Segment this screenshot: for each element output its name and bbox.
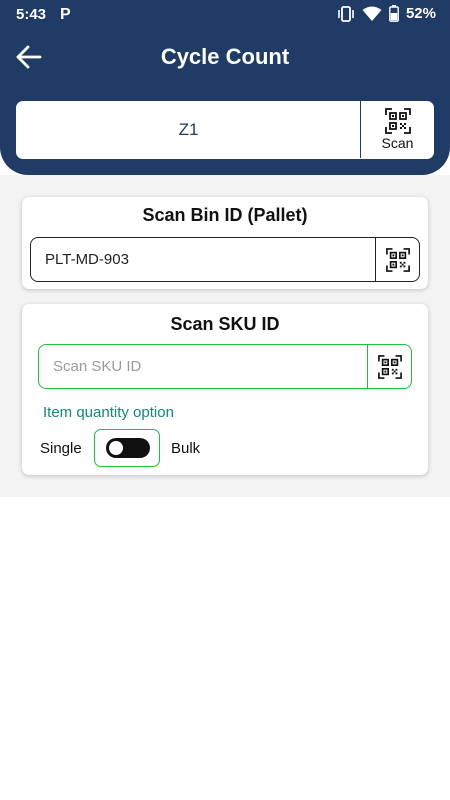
status-bar: 5:43 P 52%	[0, 0, 450, 30]
sku-id-input[interactable]	[39, 345, 369, 388]
vibrate-icon	[338, 5, 354, 22]
parking-app-icon: P	[60, 6, 71, 23]
bin-id-input[interactable]	[31, 238, 366, 281]
sku-scan-button[interactable]	[367, 345, 411, 388]
item-quantity-option-label: Item quantity option	[43, 404, 174, 421]
toggle-knob	[109, 441, 123, 455]
zone-value[interactable]: Z1	[16, 101, 361, 158]
sku-card-title: Scan SKU ID	[170, 314, 280, 334]
quantity-toggle[interactable]	[94, 429, 160, 467]
toggle-track	[106, 438, 150, 458]
battery-percent: 52%	[405, 5, 436, 22]
scan-label: Scan	[381, 135, 414, 151]
sku-card: Scan SKU ID Item quantity option Single	[22, 304, 428, 475]
bin-card-title: Scan Bin ID (Pallet)	[142, 205, 308, 225]
app-header: 5:43 P 52% Cycle Count Z1 Scan	[0, 0, 450, 175]
qr-scan-icon	[377, 354, 402, 379]
qr-scan-icon	[384, 108, 411, 134]
bin-card: Scan Bin ID (Pallet)	[22, 197, 428, 289]
single-label: Single	[40, 440, 82, 457]
status-time: 5:43	[16, 6, 47, 23]
bin-input-group	[30, 237, 420, 282]
battery-icon	[389, 5, 399, 22]
bulk-label: Bulk	[171, 440, 201, 457]
sku-input-group	[38, 344, 412, 389]
bin-scan-button[interactable]	[375, 238, 419, 281]
qr-scan-icon	[385, 247, 410, 272]
zone-scan-button[interactable]: Scan	[360, 101, 434, 158]
wifi-icon	[362, 6, 382, 21]
zone-field: Z1 Scan	[15, 100, 435, 160]
page-title: Cycle Count	[160, 44, 290, 69]
quantity-toggle-row: Single Bulk	[40, 429, 260, 467]
